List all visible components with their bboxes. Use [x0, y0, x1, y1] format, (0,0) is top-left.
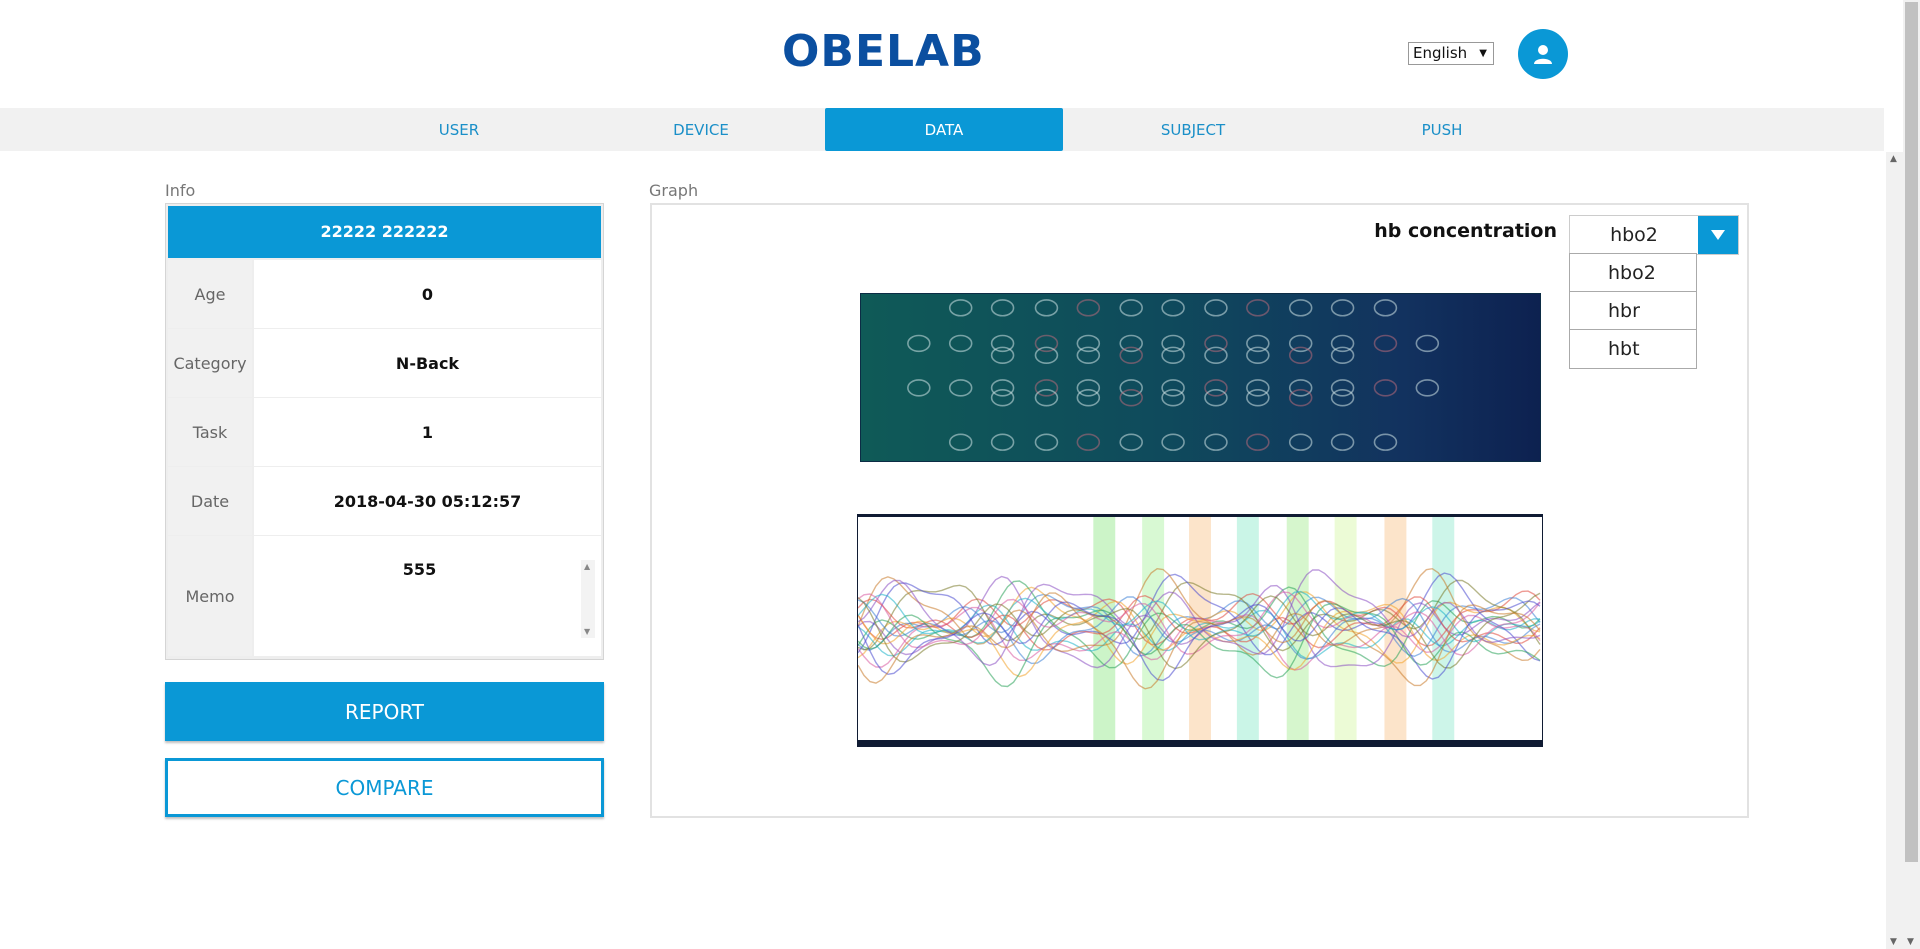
tab-subject[interactable]: SUBJECT — [1074, 108, 1312, 151]
hb-options-list: hbo2 hbr hbt — [1569, 253, 1697, 369]
info-row-task: Task 1 — [168, 398, 601, 466]
info-value: 2018-04-30 05:12:57 — [254, 467, 601, 535]
info-value: N-Back — [254, 329, 601, 397]
hb-dropdown-button[interactable] — [1698, 216, 1738, 254]
scroll-up-icon[interactable]: ▲ — [584, 562, 590, 571]
language-value: English — [1413, 44, 1468, 62]
tab-user[interactable]: USER — [340, 108, 578, 151]
language-select[interactable]: English ▼ — [1408, 42, 1494, 65]
scroll-down-icon[interactable]: ▼ — [1890, 937, 1897, 947]
scroll-down-icon[interactable]: ▼ — [1907, 937, 1914, 947]
info-row-date: Date 2018-04-30 05:12:57 — [168, 467, 601, 535]
scroll-up-icon[interactable]: ▲ — [1890, 154, 1897, 164]
compare-button[interactable]: COMPARE — [165, 758, 604, 817]
scroll-down-icon[interactable]: ▼ — [584, 627, 590, 636]
info-row-age: Age 0 — [168, 260, 601, 328]
hb-option-hbt[interactable]: hbt — [1570, 330, 1696, 368]
content-scrollbar[interactable]: ▲ ▼ — [1886, 152, 1903, 949]
tab-push[interactable]: PUSH — [1323, 108, 1561, 151]
hb-selected-value: hbo2 — [1610, 224, 1658, 246]
info-row-memo: Memo 555 ▲ ▼ — [168, 536, 601, 656]
user-profile-button[interactable] — [1518, 29, 1568, 79]
info-value: 0 — [254, 260, 601, 328]
memo-textarea[interactable]: 555 ▲ ▼ — [254, 536, 601, 656]
info-key: Age — [168, 260, 252, 328]
graph-section-label: Graph — [649, 181, 699, 200]
channel-topography-map — [860, 293, 1541, 462]
hb-concentration-select[interactable]: hbo2 — [1569, 215, 1739, 255]
main-nav: USER DEVICE DATA SUBJECT PUSH — [0, 108, 1884, 151]
hb-signal-plot — [857, 514, 1543, 747]
obelab-logo: OBELAB — [782, 26, 985, 77]
chevron-down-icon: ▼ — [1479, 48, 1487, 59]
hb-concentration-label: hb concentration — [1374, 220, 1557, 242]
info-row-category: Category N-Back — [168, 329, 601, 397]
user-icon — [1534, 45, 1552, 64]
info-section-label: Info — [165, 181, 196, 200]
info-key: Date — [168, 467, 252, 535]
tab-device[interactable]: DEVICE — [582, 108, 820, 151]
subject-name: 22222 222222 — [168, 206, 601, 258]
info-key: Memo — [168, 536, 252, 656]
info-table: 22222 222222 Age 0 Category N-Back Task … — [165, 203, 604, 660]
tab-data[interactable]: DATA — [825, 108, 1063, 151]
scroll-thumb[interactable] — [1905, 2, 1918, 862]
info-key: Task — [168, 398, 252, 466]
hb-option-hbo2[interactable]: hbo2 — [1570, 254, 1696, 292]
window-scrollbar[interactable]: ▲ ▼ — [1903, 0, 1920, 949]
info-key: Category — [168, 329, 252, 397]
hb-option-hbr[interactable]: hbr — [1570, 292, 1696, 330]
info-value: 1 — [254, 398, 601, 466]
report-button[interactable]: REPORT — [165, 682, 604, 741]
memo-scrollbar[interactable]: ▲ ▼ — [581, 560, 595, 638]
memo-text: 555 — [402, 560, 437, 579]
caret-down-icon — [1711, 230, 1725, 240]
